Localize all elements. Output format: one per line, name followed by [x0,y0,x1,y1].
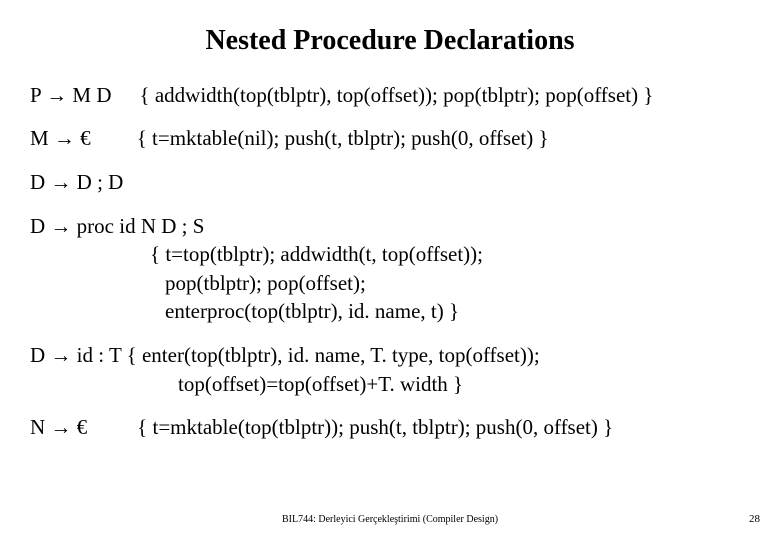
rule-dd: D → D ; D [30,169,750,196]
rule-proc: D → proc id N D ; S { t=top(tblptr); add… [30,212,750,325]
slide-title: Nested Procedure Declarations [30,25,750,57]
rule-n-lhs: N → € [30,415,87,439]
rule-proc-line3: enterproc(top(tblptr), id. name, t) } [30,297,750,325]
rule-p-rhs: { addwidth(top(tblptr), top(offset)); po… [140,83,654,107]
rule-id-head: D → id : T { enter(top(tblptr), id. name… [30,341,750,369]
footer-text: BIL744: Derleyici Gerçekleştirimi (Compi… [0,514,780,525]
rule-p: P → M D { addwidth(top(tblptr), top(offse… [30,82,750,109]
rule-proc-line1: { t=top(tblptr); addwidth(t, top(offset)… [30,240,750,268]
rule-dd-text: D → D ; D [30,170,123,194]
rule-id: D → id : T { enter(top(tblptr), id. name… [30,341,750,398]
rule-m: M → € { t=mktable(nil); push(t, tblptr); … [30,125,750,152]
page-number: 28 [749,513,760,525]
rule-p-lhs: P → M D [30,83,112,107]
rule-m-lhs: M → € [30,126,91,150]
rule-m-rhs: { t=mktable(nil); push(t, tblptr); push(… [137,126,549,150]
rule-proc-line2: pop(tblptr); pop(offset); [30,269,750,297]
rule-id-line1: top(offset)=top(offset)+T. width } [30,370,750,398]
rule-n-rhs: { t=mktable(top(tblptr)); push(t, tblptr… [137,415,613,439]
rule-n: N → € { t=mktable(top(tblptr)); push(t, t… [30,414,750,441]
rule-proc-head: D → proc id N D ; S [30,212,750,240]
